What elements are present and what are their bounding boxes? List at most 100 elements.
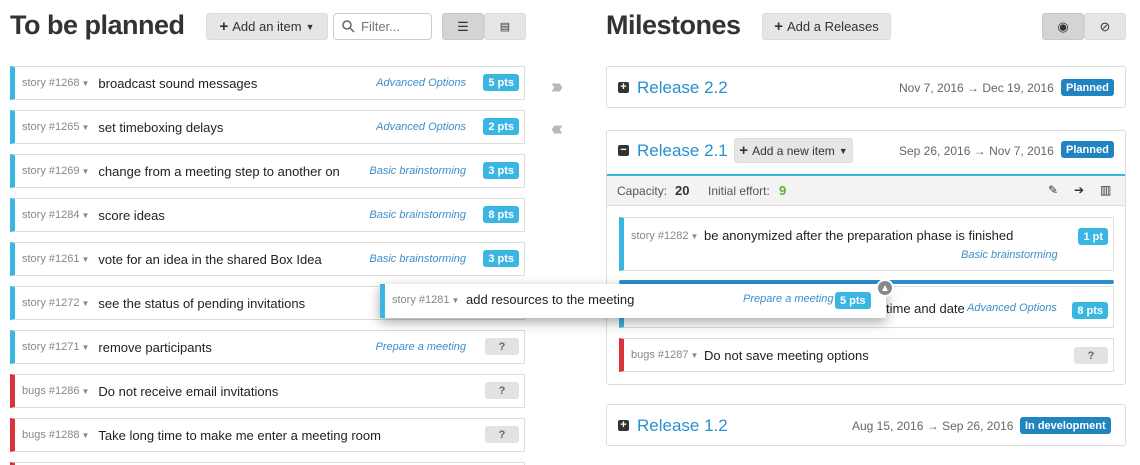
add-release-button[interactable]: + Add a Releases (762, 13, 891, 40)
bug-row[interactable]: bugs #1288 ▼ Take long time to make me en… (10, 418, 525, 452)
collapse-icon[interactable]: − (618, 145, 629, 156)
points-badge: 1 pt (1078, 228, 1108, 245)
story-title: broadcast sound messages (98, 75, 258, 91)
story-row[interactable]: story #1268 ▼ broadcast sound messages Ad… (10, 66, 525, 100)
bug-row[interactable]: bugs #1287 ▼ Do not save meeting options … (619, 338, 1114, 372)
bar-chart-icon[interactable]: ▥ (1100, 183, 1111, 197)
filter-input-group[interactable] (333, 13, 432, 40)
caret-down-icon: ▼ (81, 79, 90, 88)
story-ref: story #1284 ▼ (22, 209, 90, 221)
bug-title: Take long time to make me enter a meetin… (98, 427, 381, 443)
show-button[interactable]: ◉ (1042, 13, 1084, 40)
add-item-label: Add an item (232, 19, 302, 34)
story-ref: story #1269 ▼ (22, 165, 90, 177)
release-name[interactable]: Release 2.2 (637, 78, 728, 98)
grid-list-icon: ▤ (499, 21, 511, 33)
release-name[interactable]: Release 2.1 (637, 141, 728, 161)
story-title: be anonymized after the preparation phas… (704, 228, 1014, 243)
feature-link[interactable]: Advanced Options (967, 302, 1057, 314)
sign-in-icon[interactable]: ➔ (1074, 183, 1084, 197)
feature-link[interactable]: Advanced Options (376, 121, 466, 133)
expand-icon[interactable]: + (618, 420, 629, 431)
points-badge: 3 pts (483, 162, 519, 179)
feature-link[interactable]: Basic brainstorming (369, 165, 466, 177)
feature-link[interactable]: Basic brainstorming (369, 253, 466, 265)
filter-input[interactable] (361, 19, 431, 34)
feature-link[interactable]: Basic brainstorming (369, 209, 466, 221)
add-new-item-button[interactable]: + Add a new item ▼ (734, 138, 853, 163)
story-row[interactable]: story #1261 ▼ vote for an idea in the sha… (10, 242, 525, 276)
status-badge: Planned (1061, 141, 1114, 158)
dragged-story[interactable]: story #1281 ▼ add resources to the meetin… (380, 284, 886, 318)
caret-down-icon: ▼ (81, 431, 90, 440)
caret-down-icon: ▼ (81, 167, 90, 176)
points-badge: ? (485, 426, 519, 443)
bug-ref: bugs #1288 ▼ (22, 429, 90, 441)
points-badge: ? (485, 382, 519, 399)
caret-down-icon: ▼ (81, 123, 90, 132)
move-right-icon[interactable]: ››› (551, 76, 563, 99)
story-row[interactable]: story #1271 ▼ remove participants Prepare… (10, 330, 525, 364)
search-icon (342, 20, 355, 33)
story-row[interactable]: story #1284 ▼ score ideas Basic brainstor… (10, 198, 525, 232)
feature-link[interactable]: Prepare a meeting (376, 341, 467, 353)
points-badge: 5 pts (835, 292, 871, 309)
caret-down-icon: ▼ (81, 255, 90, 264)
edit-icon[interactable]: ✎ (1048, 183, 1058, 197)
release-name[interactable]: Release 1.2 (637, 416, 728, 436)
plus-icon: + (219, 18, 229, 35)
release-dates: Sep 26, 2016 → Nov 7, 2016 (899, 144, 1054, 158)
story-title: set timeboxing delays (98, 119, 224, 135)
capacity-label: Capacity: (617, 184, 668, 198)
feature-link[interactable]: Advanced Options (376, 77, 466, 89)
caret-down-icon: ▼ (81, 211, 90, 220)
story-ref: story #1261 ▼ (22, 253, 90, 265)
add-item-button[interactable]: + Add an item ▼ (206, 13, 328, 40)
caret-down-icon: ▼ (305, 21, 315, 32)
points-badge: ? (485, 338, 519, 355)
add-new-item-label: Add a new item (752, 143, 835, 158)
points-badge: 5 pts (483, 74, 519, 91)
effort-label: Initial effort: (708, 184, 770, 198)
points-badge: 3 pts (483, 250, 519, 267)
story-ref: story #1268 ▼ (22, 77, 90, 89)
feature-link[interactable]: Prepare a meeting (743, 293, 834, 305)
story-ref: story #1282 ▼ (631, 230, 699, 242)
story-title: vote for an idea in the shared Box Idea (98, 251, 322, 267)
release-panel: + Release 1.2 Aug 15, 2016 → Sep 26, 201… (606, 404, 1126, 446)
story-title: score ideas (98, 207, 165, 223)
story-title: add resources to the meeting (466, 292, 635, 307)
story-row[interactable]: story #1265 ▼ set timeboxing delays Advan… (10, 110, 525, 144)
list-view-button[interactable]: ☰ (442, 13, 484, 40)
bug-title: Do not receive email invitations (98, 383, 279, 399)
story-row[interactable]: story #1269 ▼ change from a meeting step … (10, 154, 525, 188)
story-row[interactable]: story #1282 ▼ be anonymized after the pre… (619, 217, 1114, 271)
caret-down-icon: ▼ (451, 296, 460, 305)
list-icon: ☰ (457, 18, 469, 34)
caret-down-icon: ▼ (838, 145, 848, 156)
caret-down-icon: ▼ (81, 387, 90, 396)
caret-down-icon: ▼ (690, 232, 699, 241)
release-dates: Nov 7, 2016 → Dec 19, 2016 (899, 81, 1054, 95)
compact-view-button[interactable]: ▤ (484, 13, 526, 40)
milestones-title: Milestones (606, 10, 741, 40)
points-badge: 8 pts (483, 206, 519, 223)
bug-title: Do not save meeting options (704, 348, 869, 363)
move-left-icon[interactable]: ‹‹‹ (551, 118, 563, 141)
hide-button[interactable]: ⊘ (1084, 13, 1126, 40)
release-panel: − Release 2.1 + Add a new item ▼ Sep 26,… (606, 130, 1126, 385)
story-title: remove participants (98, 339, 212, 355)
feature-link[interactable]: Basic brainstorming (961, 249, 1058, 261)
points-badge: 8 pts (1072, 302, 1108, 319)
add-release-label: Add a Releases (786, 19, 879, 34)
eye-slash-icon: ⊘ (1099, 18, 1111, 34)
story-ref: story #1272 ▼ (22, 297, 90, 309)
chevron-up-icon[interactable]: ▲ (876, 279, 894, 297)
release-panel: + Release 2.2 Nov 7, 2016 → Dec 19, 2016… (606, 66, 1126, 108)
plus-icon: + (774, 18, 783, 35)
expand-icon[interactable]: + (618, 82, 629, 93)
story-ref: story #1265 ▼ (22, 121, 90, 133)
bug-row[interactable]: bugs #1286 ▼ Do not receive email invitat… (10, 374, 525, 408)
caret-down-icon: ▼ (690, 351, 699, 360)
points-badge: ? (1074, 347, 1108, 364)
